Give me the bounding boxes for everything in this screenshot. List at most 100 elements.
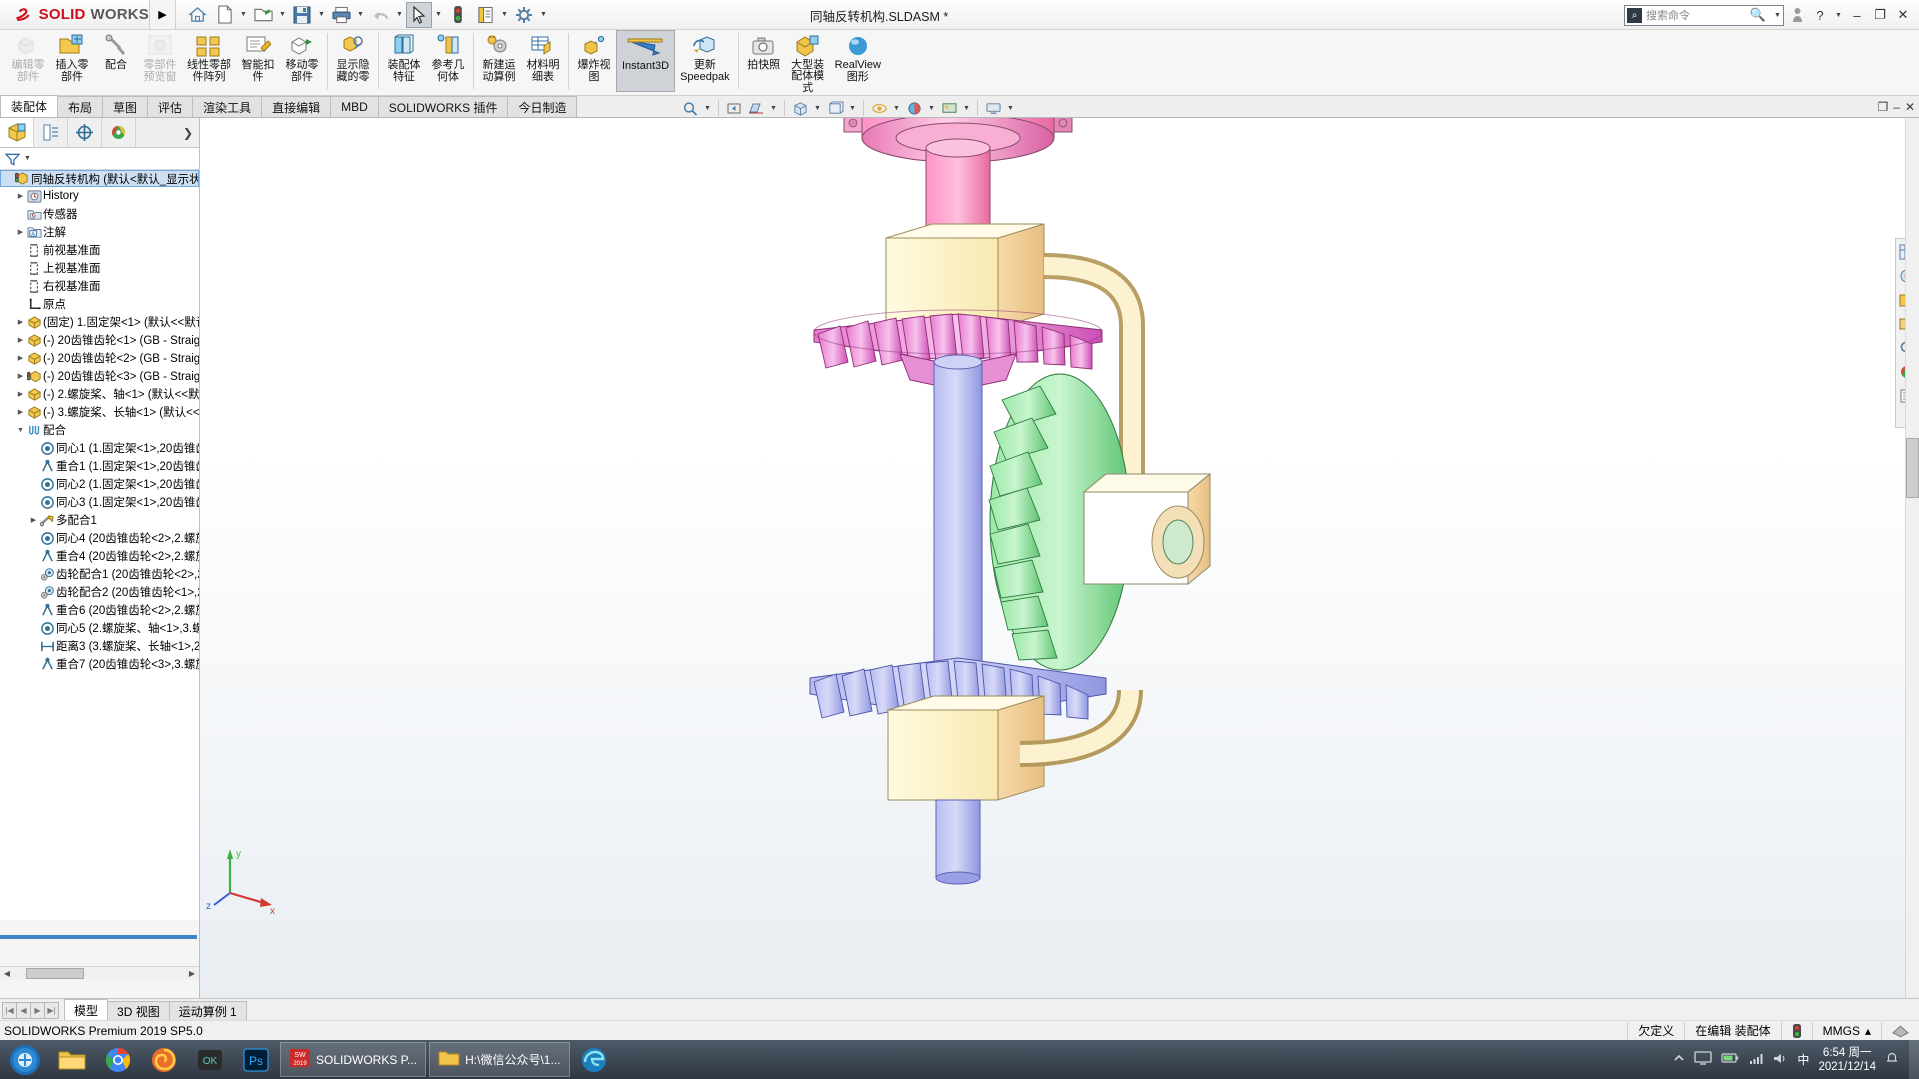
cmd-tab-MBD[interactable]: MBD	[330, 96, 379, 117]
ribbon-button-assembly-feature[interactable]: 装配体 特征	[382, 30, 426, 94]
options-dropdown[interactable]: ▼	[538, 11, 549, 18]
configuration-manager-tab[interactable]	[68, 118, 102, 147]
tree-item[interactable]: 前视基准面	[0, 241, 199, 259]
tree-expander-icon[interactable]: ▶	[15, 228, 26, 236]
cmd-tab-直接编辑[interactable]: 直接编辑	[261, 96, 332, 117]
orientation-dropdown[interactable]: ▼	[812, 105, 823, 112]
explorer-taskbar-item[interactable]: H:\微信公众号\1...	[429, 1042, 570, 1077]
firefox-icon[interactable]	[142, 1042, 186, 1077]
assembly-3d-model[interactable]: y x z	[200, 118, 1919, 998]
doc-close-button[interactable]: ✕	[1905, 100, 1915, 114]
tree-item[interactable]: ▶ 多配合1	[0, 511, 199, 529]
cmd-tab-布局[interactable]: 布局	[57, 96, 104, 117]
tree-item[interactable]: 同心4 (20齿锥齿轮<2>,2.螺旋	[0, 529, 199, 547]
close-button[interactable]: ✕	[1893, 4, 1913, 26]
undo-icon[interactable]	[367, 2, 393, 28]
doc-tab-模型[interactable]: 模型	[64, 999, 109, 1020]
tree-item[interactable]: 右视基准面	[0, 277, 199, 295]
scroll-thumb[interactable]	[26, 968, 84, 979]
appearance-dropdown[interactable]: ▼	[926, 105, 937, 112]
zoom-dropdown[interactable]: ▼	[702, 105, 713, 112]
tree-item[interactable]: 同心3 (1.固定架<1>,20齿锥齿轮	[0, 493, 199, 511]
print-dropdown[interactable]: ▼	[355, 11, 366, 18]
zoom-to-fit-icon[interactable]	[680, 99, 700, 118]
tree-item[interactable]: 同心2 (1.固定架<1>,20齿锥齿轮	[0, 475, 199, 493]
doc-tab-3D 视图[interactable]: 3D 视图	[107, 1001, 170, 1020]
user-account-icon[interactable]	[1787, 4, 1807, 26]
open-document-dropdown[interactable]: ▼	[277, 11, 288, 18]
tree-item[interactable]: 同轴反转机构 (默认<默认_显示状态-1>	[0, 170, 199, 187]
units-caret[interactable]: ▴	[1865, 1024, 1871, 1038]
tree-item[interactable]: ▶ History	[0, 187, 199, 205]
property-manager-tab[interactable]	[34, 118, 68, 147]
hide-show-dropdown[interactable]: ▼	[891, 105, 902, 112]
tray-volume-icon[interactable]	[1773, 1052, 1788, 1068]
tree-item[interactable]: 距离3 (3.螺旋桨、长轴<1>,2.螺	[0, 637, 199, 655]
tray-monitor-icon[interactable]	[1694, 1051, 1713, 1068]
cmd-tab-SOLIDWORKS 插件[interactable]: SOLIDWORKS 插件	[377, 96, 509, 117]
ribbon-button-instant3d[interactable]: Instant3D	[616, 30, 676, 92]
tree-item[interactable]: 重合7 (20齿锥齿轮<3>,3.螺旋	[0, 655, 199, 673]
tree-expander-icon[interactable]: ▶	[15, 336, 26, 344]
solidworks-logo[interactable]: SOLID WORKS	[0, 0, 150, 29]
section-view-icon[interactable]	[746, 99, 766, 118]
tree-item[interactable]: 原点	[0, 295, 199, 313]
help-dropdown[interactable]: ▼	[1833, 12, 1844, 19]
ribbon-button-reference-geometry[interactable]: 参考几 何体	[426, 30, 470, 94]
tree-item[interactable]: 齿轮配合1 (20齿锥齿轮<2>,20	[0, 565, 199, 583]
tree-item[interactable]: 上视基准面	[0, 259, 199, 277]
ribbon-button-realview-graphics[interactable]: RealView 图形	[830, 30, 886, 94]
ribbon-button-edit-component[interactable]: 编辑零 部件	[6, 30, 50, 94]
save-icon[interactable]	[289, 2, 315, 28]
first-tab-button[interactable]: |◀	[2, 1001, 17, 1019]
view-settings-icon[interactable]	[983, 99, 1003, 118]
chrome-icon[interactable]	[96, 1042, 140, 1077]
tree-item[interactable]: 重合6 (20齿锥齿轮<2>,2.螺旋	[0, 601, 199, 619]
previous-view-icon[interactable]	[724, 99, 744, 118]
options-gear-icon[interactable]	[511, 2, 537, 28]
tray-language-indicator[interactable]: 中	[1797, 1051, 1809, 1068]
next-tab-button[interactable]: ▶	[30, 1001, 45, 1019]
search-dropdown[interactable]: ▼	[1772, 12, 1783, 19]
help-icon[interactable]: ?	[1810, 4, 1830, 26]
tray-network-icon[interactable]	[1748, 1052, 1764, 1068]
file-properties-dropdown[interactable]: ▼	[499, 11, 510, 18]
doc-minimize-button[interactable]: –	[1893, 100, 1900, 114]
tray-battery-icon[interactable]	[1721, 1052, 1739, 1067]
edge-icon[interactable]	[572, 1042, 616, 1077]
feature-manager-tab[interactable]	[0, 118, 34, 147]
tree-expander-icon[interactable]: ▶	[15, 390, 26, 398]
ribbon-button-mate[interactable]: 配合	[94, 30, 138, 94]
tree-item[interactable]: 重合4 (20齿锥齿轮<2>,2.螺旋	[0, 547, 199, 565]
cmd-tab-装配体[interactable]: 装配体	[0, 95, 59, 117]
search-icon[interactable]: 🔍	[1750, 7, 1768, 23]
undo-dropdown[interactable]: ▼	[394, 11, 405, 18]
edit-appearance-icon[interactable]	[904, 99, 924, 118]
open-document-icon[interactable]	[250, 2, 276, 28]
rebuild-icon[interactable]	[445, 2, 471, 28]
ribbon-button-move-component[interactable]: 移动零 部件	[280, 30, 324, 94]
status-overlay-icon[interactable]	[1881, 1021, 1919, 1040]
tree-expander-icon[interactable]: ▶	[15, 408, 26, 416]
ribbon-button-show-hidden[interactable]: 显示隐 藏的零	[331, 30, 375, 94]
doc-tab-运动算例 1[interactable]: 运动算例 1	[168, 1001, 247, 1020]
scroll-right-arrow[interactable]: ▶	[185, 969, 199, 978]
display-style-icon[interactable]	[825, 99, 845, 118]
tree-expander-icon[interactable]: ▶	[15, 372, 26, 380]
minimize-button[interactable]: –	[1847, 4, 1867, 26]
tree-item[interactable]: ▶ (-) 3.螺旋桨、长轴<1> (默认<<默	[0, 403, 199, 421]
taskbar-clock[interactable]: 6:54 周一 2021/12/14	[1818, 1046, 1876, 1074]
tree-item[interactable]: ▼ 配合	[0, 421, 199, 439]
expand-manager-tabs[interactable]: ❯	[177, 118, 199, 147]
tree-item[interactable]: ▶ (-) 20齿锥齿轮<2> (GB - Straight	[0, 349, 199, 367]
last-tab-button[interactable]: ▶|	[44, 1001, 59, 1019]
tree-item[interactable]: ▶ (-) 2.螺旋桨、轴<1> (默认<<默认	[0, 385, 199, 403]
tree-horizontal-scrollbar[interactable]: ◀ ▶	[0, 966, 199, 980]
tree-expander-icon[interactable]: ▶	[15, 192, 26, 200]
tree-item[interactable]: ▶ A 注解	[0, 223, 199, 241]
ribbon-button-exploded-view[interactable]: 爆炸视 图	[572, 30, 616, 94]
home-icon[interactable]	[184, 2, 210, 28]
tree-item[interactable]: 同心5 (2.螺旋桨、轴<1>,3.螺旋	[0, 619, 199, 637]
cmd-tab-渲染工具[interactable]: 渲染工具	[192, 96, 263, 117]
ribbon-button-component-preview[interactable]: 零部件 预览窗	[138, 30, 182, 94]
